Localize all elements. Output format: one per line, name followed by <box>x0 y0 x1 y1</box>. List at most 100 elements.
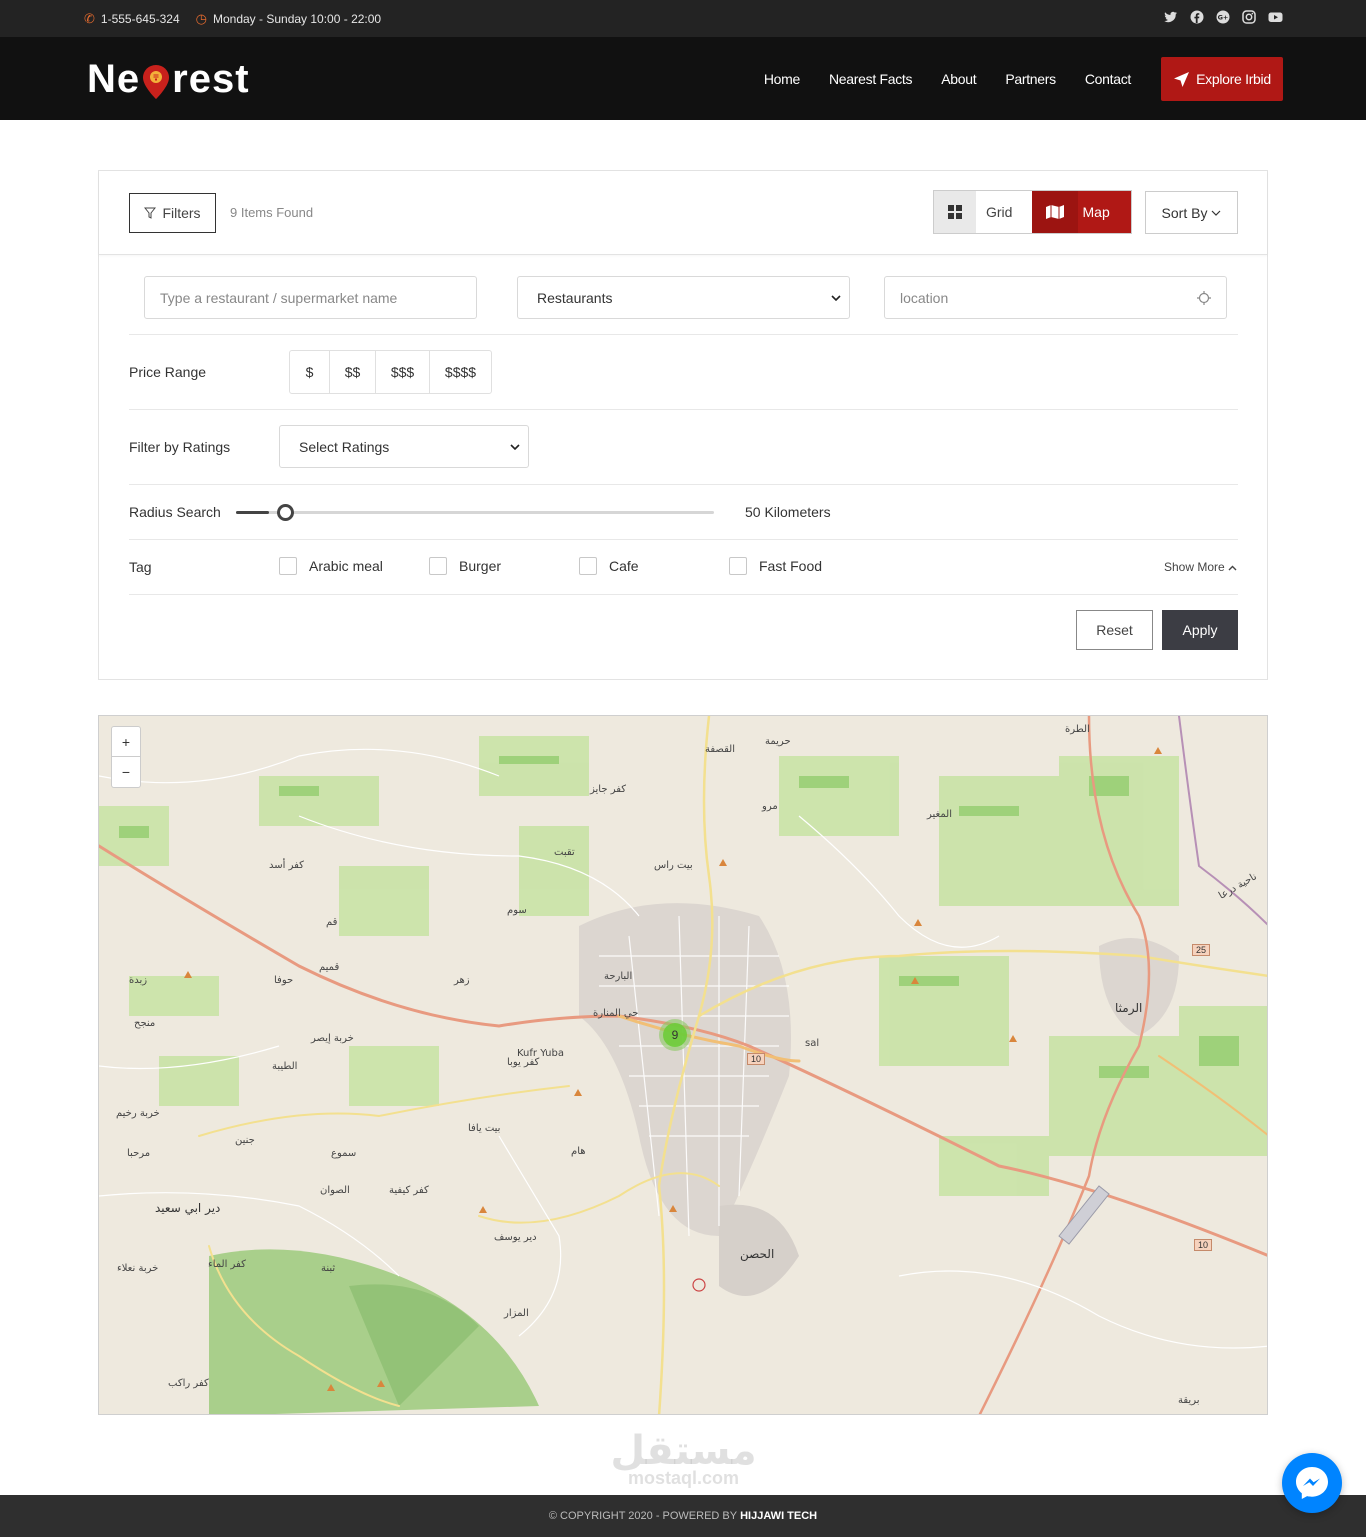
category-select[interactable]: Restaurants <box>517 276 850 319</box>
divider <box>129 334 1238 335</box>
apply-button[interactable]: Apply <box>1162 610 1238 650</box>
ratings-select[interactable]: Select Ratings <box>279 425 529 468</box>
grid-label: Grid <box>986 204 1013 220</box>
facebook-icon[interactable] <box>1190 10 1204 24</box>
copyright-text: © COPYRIGHT 2020 - POWERED BY <box>548 1510 738 1522</box>
map-place-label: الطرة <box>1065 724 1090 735</box>
tag-checkbox[interactable] <box>279 557 297 575</box>
map-marker-cluster[interactable]: 9 <box>659 1019 691 1051</box>
nav-contact[interactable]: Contact <box>1085 71 1131 87</box>
chevron-up-icon <box>1228 565 1237 571</box>
contact-info: ✆ 1-555-645-324 ◷ Monday - Sunday 10:00 … <box>84 11 381 27</box>
google-plus-icon[interactable]: G+ <box>1216 10 1230 24</box>
tag-checkbox[interactable] <box>729 557 747 575</box>
show-more-link[interactable]: Show More <box>1164 560 1237 574</box>
tag-checkbox[interactable] <box>579 557 597 575</box>
clock-icon: ◷ <box>195 11 207 26</box>
map-place-label: قم <box>326 917 338 928</box>
radius-label: Radius Search <box>129 504 221 520</box>
explore-irbid-button[interactable]: Explore Irbid <box>1161 57 1283 101</box>
radius-slider[interactable] <box>236 504 714 521</box>
tag-cafe[interactable]: Cafe <box>579 557 639 575</box>
chevron-down-icon <box>831 294 841 301</box>
map-place-label: زهر <box>454 975 470 986</box>
sort-by-dropdown[interactable]: Sort By <box>1145 191 1238 234</box>
locate-crosshair-icon[interactable] <box>1197 290 1211 305</box>
nav-nearest-facts[interactable]: Nearest Facts <box>829 71 913 87</box>
sort-by-label: Sort By <box>1161 204 1208 221</box>
slider-fill <box>236 511 269 514</box>
slider-handle[interactable] <box>276 504 294 521</box>
grid-view-button[interactable]: Grid <box>934 191 1032 233</box>
map-place-label: بيت يافا <box>468 1123 501 1134</box>
logo-text-left: Ne <box>87 57 141 101</box>
map-place-label: الصوان <box>320 1185 350 1196</box>
social-links: G+ <box>1164 10 1283 24</box>
road-number-badge: 10 <box>747 1053 766 1065</box>
divider <box>129 409 1238 410</box>
twitter-icon[interactable] <box>1164 10 1178 24</box>
radius-value: 50 Kilometers <box>745 504 831 520</box>
instagram-icon[interactable] <box>1242 10 1256 24</box>
price-range-label: Price Range <box>129 364 207 380</box>
phone-number[interactable]: 1-555-645-324 <box>101 12 180 26</box>
map-place-label: كفر الماء <box>208 1259 246 1270</box>
map-place-label: بيت راس <box>654 860 693 871</box>
zoom-in-button[interactable]: + <box>112 727 140 757</box>
tag-arabic-meal[interactable]: Arabic meal <box>279 557 383 575</box>
map-place-label: قميم <box>319 962 340 973</box>
map-place-label: دير ابي سعيد <box>155 1201 221 1215</box>
slider-track[interactable] <box>236 511 714 514</box>
price-range-options: $ $$ $$$ $$$$ <box>289 350 492 394</box>
tag-cafe-label: Cafe <box>609 558 639 574</box>
map-place-label: sal <box>805 1038 820 1049</box>
results-map[interactable]: + − 9 الطرة حريمة القصفة كفر جايز مرو ال… <box>98 715 1268 1415</box>
map-place-label: المزار <box>504 1308 529 1319</box>
tag-checkbox[interactable] <box>429 557 447 575</box>
map-place-label: كفر يوبا <box>507 1057 540 1068</box>
map-place-label: بريقة <box>1178 1395 1200 1406</box>
road-number-badge: 25 <box>1192 944 1211 956</box>
opening-hours: Monday - Sunday 10:00 - 22:00 <box>212 12 382 26</box>
map-place-label: حي المنارة <box>593 1008 639 1019</box>
tag-fast-food-label: Fast Food <box>759 558 823 574</box>
svg-text:G+: G+ <box>1218 14 1229 22</box>
messenger-chat-button[interactable] <box>1282 1453 1342 1513</box>
tag-burger-label: Burger <box>459 558 502 574</box>
site-footer: © COPYRIGHT 2020 - POWERED BY HIJJAWI TE… <box>0 1495 1366 1537</box>
map-place-label: سموع <box>331 1148 357 1159</box>
tag-burger[interactable]: Burger <box>429 557 501 575</box>
divider <box>129 484 1238 485</box>
reset-button[interactable]: Reset <box>1076 610 1153 650</box>
price-option-4[interactable]: $$$$ <box>430 351 491 393</box>
map-place-label: جنين <box>235 1135 255 1146</box>
nav-home[interactable]: Home <box>764 71 800 87</box>
location-input[interactable]: location <box>884 276 1227 319</box>
messenger-icon <box>1296 1467 1328 1499</box>
filters-button[interactable]: Filters <box>129 193 216 233</box>
map-view-button[interactable]: Map <box>1031 191 1131 233</box>
nav-partners[interactable]: Partners <box>1005 71 1056 87</box>
logo-text-right: rest <box>172 57 250 101</box>
price-option-2[interactable]: $$ <box>330 351 376 393</box>
funnel-icon <box>144 207 157 219</box>
map-place-label: البارحة <box>604 971 633 982</box>
map-place-label: خربة إيصر <box>311 1033 354 1044</box>
map-label: Map <box>1082 204 1110 220</box>
site-logo[interactable]: Ne rest <box>87 57 250 102</box>
map-place-label: حوفا <box>274 975 294 986</box>
restaurant-name-input[interactable]: Type a restaurant / supermarket name <box>144 276 477 319</box>
zoom-out-button[interactable]: − <box>112 757 140 787</box>
price-option-1[interactable]: $ <box>290 351 330 393</box>
tag-fast-food[interactable]: Fast Food <box>729 557 822 575</box>
map-place-label: هام <box>571 1146 586 1157</box>
company-name[interactable]: HIJJAWI TECH <box>740 1510 817 1522</box>
price-option-3[interactable]: $$$ <box>376 351 430 393</box>
map-place-label: القصفة <box>705 744 735 755</box>
map-pin-icon <box>142 64 170 100</box>
map-icon <box>1031 191 1078 233</box>
main-header: Ne rest Home Nearest Facts About Partner… <box>0 37 1366 120</box>
youtube-icon[interactable] <box>1268 10 1283 24</box>
nav-about[interactable]: About <box>941 71 976 87</box>
main-nav: Home Nearest Facts About Partners Contac… <box>735 57 1283 101</box>
